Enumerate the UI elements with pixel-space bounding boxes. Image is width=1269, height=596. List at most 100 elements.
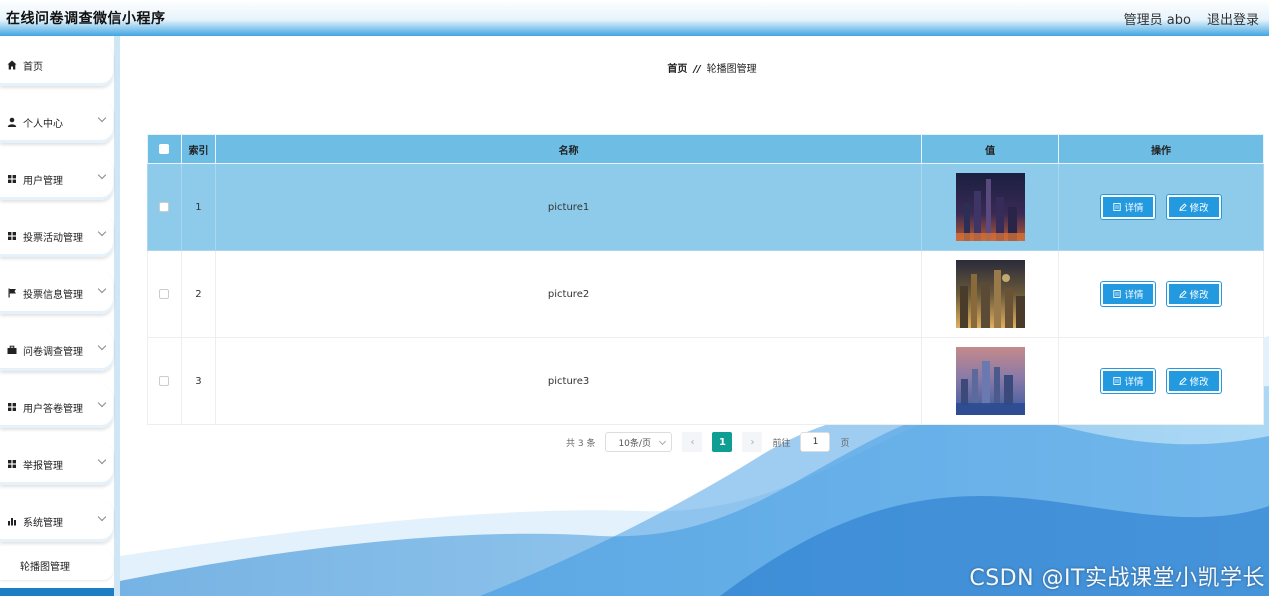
sidebar-item-user-answers[interactable]: 用户答卷管理 bbox=[0, 386, 113, 428]
goto-suffix: 页 bbox=[840, 438, 850, 449]
row-name: picture1 bbox=[214, 163, 923, 251]
home-icon bbox=[6, 59, 18, 71]
chevron-down-icon bbox=[97, 284, 107, 294]
picture-thumbnail[interactable] bbox=[955, 260, 1025, 328]
main-content: 首页 // 轮播图管理 索引 名称 值 操作 1 picture1 详情 修改 2 … bbox=[120, 36, 1269, 596]
sidebar-item-label: 系统管理 bbox=[23, 517, 63, 529]
edit-pencil-icon bbox=[1179, 203, 1187, 211]
select-all-checkbox[interactable] bbox=[159, 143, 170, 154]
goto-label: 前往 bbox=[772, 438, 791, 449]
flag-icon bbox=[6, 287, 18, 299]
table-row[interactable]: 1 picture1 详情 修改 bbox=[147, 163, 1264, 251]
picture-thumbnail[interactable] bbox=[955, 173, 1025, 241]
sidebar-item-label: 举报管理 bbox=[23, 460, 63, 472]
breadcrumb: 首页 // 轮播图管理 bbox=[120, 60, 1269, 75]
top-header: 在线问卷调查微信小程序 管理员 abo 退出登录 bbox=[0, 0, 1269, 36]
sidebar-item-survey[interactable]: 问卷调查管理 bbox=[0, 329, 113, 371]
detail-button-label: 详情 bbox=[1124, 377, 1144, 388]
page-size-value: 10条/页 bbox=[618, 438, 651, 449]
sidebar-item-label: 投票活动管理 bbox=[23, 232, 83, 244]
table-row[interactable]: 2 picture2 详情 修改 bbox=[147, 250, 1264, 338]
sidebar-item-label: 个人中心 bbox=[23, 118, 63, 130]
row-name: picture2 bbox=[214, 250, 923, 338]
sidebar-subitem-label: 轮播图管理 bbox=[20, 561, 70, 573]
column-header-actions: 操作 bbox=[1058, 134, 1264, 164]
table-header-row: 索引 名称 值 操作 bbox=[147, 134, 1264, 164]
edit-button[interactable]: 修改 bbox=[1166, 195, 1221, 219]
row-index: 1 bbox=[180, 163, 216, 251]
edit-pencil-icon bbox=[1179, 290, 1187, 298]
sidebar-item-label: 投票信息管理 bbox=[23, 289, 83, 301]
sidebar-item-personal-center[interactable]: 个人中心 bbox=[0, 101, 113, 143]
edit-button[interactable]: 修改 bbox=[1166, 369, 1221, 393]
column-header-index: 索引 bbox=[180, 134, 216, 164]
edit-pencil-icon bbox=[1179, 377, 1187, 385]
column-header-value: 值 bbox=[921, 134, 1060, 164]
sidebar-item-label: 首页 bbox=[23, 61, 43, 73]
chevron-down-icon bbox=[97, 227, 107, 237]
sidebar-item-vote-activity[interactable]: 投票活动管理 bbox=[0, 215, 113, 257]
detail-button-label: 详情 bbox=[1124, 290, 1144, 301]
breadcrumb-separator: // bbox=[693, 64, 701, 75]
table-row[interactable]: 3 picture3 详情 修改 bbox=[147, 337, 1264, 425]
sidebar-item-home[interactable]: 首页 bbox=[0, 44, 113, 86]
row-checkbox[interactable] bbox=[159, 201, 170, 212]
next-page-button[interactable]: › bbox=[742, 432, 763, 452]
picture-thumbnail[interactable] bbox=[955, 347, 1025, 415]
admin-user-label[interactable]: 管理员 abo bbox=[1124, 9, 1191, 28]
sidebar-item-label: 问卷调查管理 bbox=[23, 346, 83, 358]
briefcase-icon bbox=[6, 344, 18, 356]
sidebar-subitem-carousel[interactable]: 轮播图管理 bbox=[0, 550, 113, 580]
sidebar-bottom-bar bbox=[0, 588, 114, 596]
detail-button[interactable]: 详情 bbox=[1101, 195, 1156, 219]
pagination: 共 3 条 10条/页 ‹ 1 › 前往 1 页 bbox=[566, 432, 849, 452]
chevron-down-icon bbox=[659, 437, 667, 446]
prev-page-button[interactable]: ‹ bbox=[682, 432, 703, 452]
app-title: 在线问卷调查微信小程序 bbox=[6, 11, 166, 27]
chevron-down-icon bbox=[97, 170, 107, 180]
document-icon bbox=[1113, 290, 1122, 298]
grid-icon bbox=[6, 401, 18, 413]
bar-chart-icon bbox=[6, 515, 18, 527]
csdn-watermark: CSDN @IT实战课堂小凯学长 bbox=[969, 566, 1265, 591]
detail-button-label: 详情 bbox=[1124, 203, 1144, 214]
sidebar-item-label: 用户答卷管理 bbox=[23, 403, 83, 415]
document-icon bbox=[1113, 377, 1122, 385]
chevron-down-icon bbox=[97, 398, 107, 408]
header-select-all[interactable] bbox=[147, 134, 182, 164]
carousel-table: 索引 名称 值 操作 1 picture1 详情 修改 2 picture2 详… bbox=[147, 134, 1264, 425]
row-checkbox[interactable] bbox=[159, 288, 170, 299]
edit-button-label: 修改 bbox=[1189, 203, 1209, 214]
document-icon bbox=[1113, 203, 1122, 211]
grid-icon bbox=[6, 230, 18, 242]
row-name: picture3 bbox=[214, 337, 923, 425]
row-checkbox[interactable] bbox=[159, 375, 170, 386]
pagination-total: 共 3 条 bbox=[566, 438, 596, 449]
logout-link[interactable]: 退出登录 bbox=[1207, 9, 1259, 28]
chevron-down-icon bbox=[97, 512, 107, 522]
page-size-select[interactable]: 10条/页 bbox=[605, 432, 673, 452]
breadcrumb-current: 轮播图管理 bbox=[706, 64, 757, 75]
detail-button[interactable]: 详情 bbox=[1101, 369, 1156, 393]
column-header-name: 名称 bbox=[214, 134, 923, 164]
chevron-down-icon bbox=[97, 113, 107, 123]
row-index: 3 bbox=[180, 337, 216, 425]
sidebar-item-label: 用户管理 bbox=[23, 175, 63, 187]
sidebar-item-user-management[interactable]: 用户管理 bbox=[0, 158, 113, 200]
grid-icon bbox=[6, 173, 18, 185]
chevron-down-icon bbox=[97, 341, 107, 351]
breadcrumb-home[interactable]: 首页 bbox=[667, 64, 687, 75]
edit-button-label: 修改 bbox=[1189, 290, 1209, 301]
sidebar-item-system[interactable]: 系统管理 bbox=[0, 500, 113, 542]
sidebar-item-vote-info[interactable]: 投票信息管理 bbox=[0, 272, 113, 314]
goto-page-input[interactable]: 1 bbox=[800, 432, 831, 452]
chevron-down-icon bbox=[97, 455, 107, 465]
detail-button[interactable]: 详情 bbox=[1101, 282, 1156, 306]
grid-icon bbox=[6, 458, 18, 470]
user-icon bbox=[6, 116, 18, 128]
edit-button-label: 修改 bbox=[1189, 377, 1209, 388]
sidebar-item-reports[interactable]: 举报管理 bbox=[0, 443, 113, 485]
row-index: 2 bbox=[180, 250, 216, 338]
page-number-current[interactable]: 1 bbox=[712, 432, 733, 452]
edit-button[interactable]: 修改 bbox=[1166, 282, 1221, 306]
